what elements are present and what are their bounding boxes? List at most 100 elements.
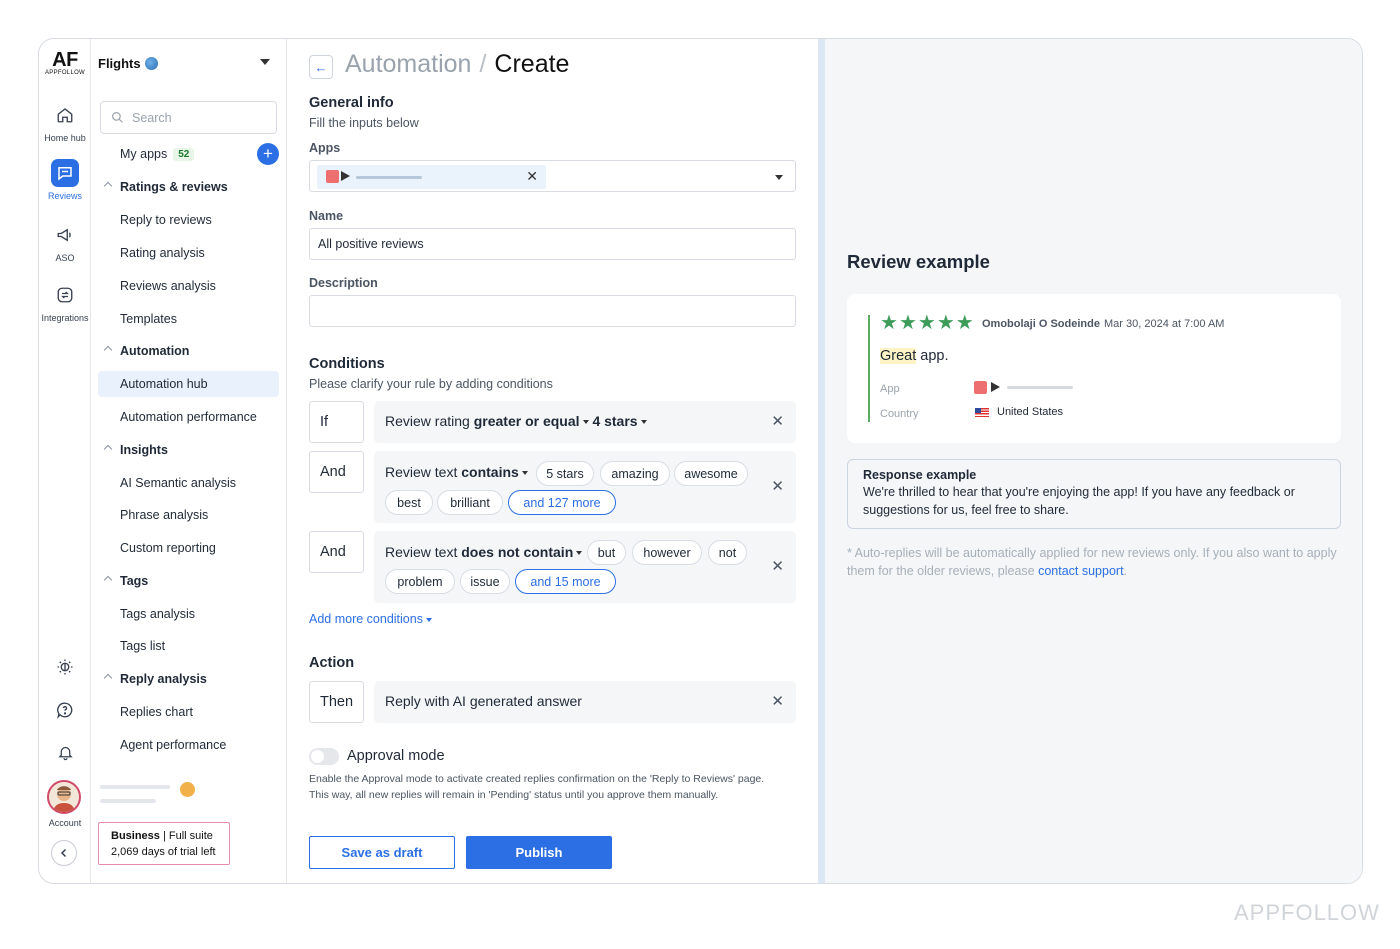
chevron-up-icon <box>103 345 113 355</box>
save-as-draft-button[interactable]: Save as draft <box>309 836 455 869</box>
search-icon <box>112 112 123 123</box>
sidebar-item-tags-list[interactable]: Tags list <box>98 633 279 659</box>
keyword-pill[interactable]: problem <box>385 569 455 594</box>
apps-select[interactable]: ✕ <box>309 160 796 192</box>
remove-action-icon[interactable]: ✕ <box>771 692 784 710</box>
sidebar-group-reply-analysis[interactable]: Reply analysis <box>98 666 279 692</box>
remove-condition-icon[interactable]: ✕ <box>771 477 784 495</box>
nav-rail: AF APPFOLLOW Home hub Reviews ASO Integr… <box>39 39 91 883</box>
keyword-pill[interactable]: not <box>708 540 747 565</box>
account-label: Account <box>48 818 82 828</box>
remove-app-icon[interactable]: ✕ <box>526 168 538 185</box>
add-more-conditions-link[interactable]: Add more conditions <box>309 612 432 626</box>
collapse-sidebar-button[interactable] <box>51 840 77 866</box>
keyword-pill[interactable]: awesome <box>674 461 748 486</box>
add-app-button[interactable]: + <box>257 143 279 165</box>
sidebar-item-tags-analysis[interactable]: Tags analysis <box>98 601 279 627</box>
show-more-keywords-pill[interactable]: and 127 more <box>508 490 616 515</box>
conditions-subtitle: Please clarify your rule by adding condi… <box>309 377 553 391</box>
back-button[interactable]: ← <box>309 55 333 79</box>
sidebar: Flights Search My apps 52 + Ratings & re… <box>91 39 287 883</box>
sidebar-item-reply-to-reviews[interactable]: Reply to reviews <box>98 207 279 233</box>
rail-item-aso[interactable]: ASO <box>39 221 91 263</box>
condition-row: Review text does not contain but however… <box>374 531 796 603</box>
remove-condition-icon[interactable]: ✕ <box>771 557 784 575</box>
description-field[interactable] <box>309 295 796 327</box>
home-icon <box>51 101 79 129</box>
sidebar-group-insights[interactable]: Insights <box>98 437 279 463</box>
watermark: APPFOLLOW <box>1234 900 1380 925</box>
contact-support-link[interactable]: contact support <box>1038 564 1123 578</box>
sidebar-group-tags[interactable]: Tags <box>98 568 279 594</box>
keyword-pill[interactable]: 5 stars <box>536 461 594 486</box>
condition-operator-and[interactable]: And <box>309 451 364 493</box>
star-icon: ★ <box>936 312 955 334</box>
chevron-up-icon <box>103 575 113 585</box>
keyword-pill[interactable]: brilliant <box>437 490 503 515</box>
response-example-title: Response example <box>863 468 977 482</box>
operator-dropdown[interactable]: contains <box>461 464 528 480</box>
approval-mode-description: Enable the Approval mode to activate cre… <box>309 773 765 801</box>
sidebar-group-ratings-reviews[interactable]: Ratings & reviews <box>98 174 279 200</box>
breadcrumb-parent[interactable]: Automation <box>345 50 471 78</box>
sidebar-item-replies-chart[interactable]: Replies chart <box>98 699 279 725</box>
rail-item-integrations[interactable]: Integrations <box>39 281 91 323</box>
star-rating: ★ ★ ★ ★ ★ <box>880 313 974 333</box>
keyword-pill[interactable]: issue <box>460 569 510 594</box>
arrow-left-icon: ← <box>314 59 328 75</box>
help-icon[interactable] <box>51 696 79 724</box>
sidebar-item-automation-performance[interactable]: Automation performance <box>98 404 279 430</box>
approval-mode-toggle[interactable] <box>309 748 339 765</box>
sidebar-group-automation[interactable]: Automation <box>98 338 279 364</box>
reviews-icon <box>51 159 79 187</box>
keyword-pill[interactable]: best <box>385 490 433 515</box>
rail-item-reviews[interactable]: Reviews <box>39 159 91 201</box>
caret-down-icon <box>582 420 589 425</box>
bell-icon[interactable] <box>51 738 79 766</box>
publish-button[interactable]: Publish <box>466 836 612 869</box>
condition-operator-if[interactable]: If <box>309 401 364 443</box>
auto-reply-note: * Auto-replies will be automatically app… <box>847 546 1337 578</box>
conditions-title: Conditions <box>309 356 385 372</box>
action-operator-then[interactable]: Then <box>309 681 364 723</box>
search-input[interactable]: Search <box>100 101 277 134</box>
response-example-text: We're thrilled to hear that you're enjoy… <box>863 485 1295 517</box>
apps-label: Apps <box>309 141 341 155</box>
app-label: App <box>880 383 900 395</box>
name-field[interactable]: All positive reviews <box>309 228 796 260</box>
keyword-pill[interactable]: amazing <box>600 461 670 486</box>
app-selector-label: Flights <box>98 55 141 71</box>
condition-operator-and[interactable]: And <box>309 531 364 573</box>
sidebar-item-custom-reporting[interactable]: Custom reporting <box>98 535 279 561</box>
approval-mode-label: Approval mode <box>347 748 445 764</box>
show-more-keywords-pill[interactable]: and 15 more <box>515 569 616 594</box>
chevron-up-icon <box>103 444 113 454</box>
us-flag-icon <box>975 408 989 417</box>
sidebar-item-reviews-analysis[interactable]: Reviews analysis <box>98 273 279 299</box>
operator-dropdown[interactable]: greater or equal <box>474 413 589 429</box>
trial-status-box[interactable]: Business | Full suite 2,069 days of tria… <box>98 822 230 865</box>
sidebar-item-phrase-analysis[interactable]: Phrase analysis <box>98 502 279 528</box>
value-dropdown[interactable]: 4 stars <box>592 413 647 429</box>
keyword-pill[interactable]: however <box>632 540 702 565</box>
action-text[interactable]: Reply with AI generated answer <box>385 693 582 709</box>
app-selector[interactable]: Flights <box>98 53 278 73</box>
star-icon: ★ <box>880 312 898 334</box>
megaphone-icon <box>51 221 79 249</box>
rail-item-home-hub[interactable]: Home hub <box>39 101 91 143</box>
sidebar-item-rating-analysis[interactable]: Rating analysis <box>98 240 279 266</box>
theme-icon[interactable] <box>51 653 79 681</box>
sidebar-item-automation-hub[interactable]: Automation hub <box>98 371 279 397</box>
avatar[interactable] <box>47 780 81 814</box>
operator-dropdown[interactable]: does not contain <box>461 544 583 560</box>
sidebar-item-my-apps[interactable]: My apps 52 <box>98 141 279 167</box>
keyword-pill[interactable]: but <box>587 540 626 565</box>
remove-condition-icon[interactable]: ✕ <box>771 412 784 430</box>
review-example-title: Review example <box>847 251 990 272</box>
chevron-left-icon <box>60 848 67 858</box>
sidebar-item-ai-semantic-analysis[interactable]: AI Semantic analysis <box>98 470 279 496</box>
sidebar-item-templates[interactable]: Templates <box>98 306 279 332</box>
sidebar-item-agent-performance[interactable]: Agent performance <box>98 732 279 758</box>
automation-form: ← Automation / Create General info Fill th… <box>287 39 818 883</box>
appfollow-logo[interactable]: AF APPFOLLOW <box>39 49 91 76</box>
